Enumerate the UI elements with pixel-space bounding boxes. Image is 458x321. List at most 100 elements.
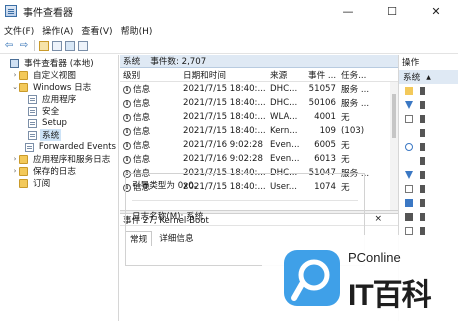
expand-chevron-icon[interactable]: ⌄ (11, 83, 19, 91)
action-open-saved-log[interactable] (399, 84, 458, 98)
tree-item[interactable]: 订阅 (0, 177, 118, 189)
cell-task-category: 服务 ... (341, 85, 370, 95)
cell-level: i 信息 (120, 139, 180, 151)
cell-level: i 信息 (120, 111, 180, 123)
expand-chevron-icon[interactable]: › (11, 167, 19, 175)
log-icon (28, 118, 37, 128)
tree-item[interactable]: › 应用程序和服务日志 (0, 153, 118, 165)
table-row[interactable]: i 信息 2021/7/16 9:02:28 Even... 6005 无 (120, 138, 398, 152)
task-icon (405, 171, 413, 179)
back-arrow-icon[interactable]: ⇦ (3, 40, 15, 52)
event-grid-header: 级别 日期和时间 来源 事件 ... 任务... (120, 68, 398, 82)
forward-arrow-icon[interactable]: ⇨ (18, 40, 30, 52)
close-detail-icon[interactable]: × (374, 214, 382, 224)
actions-section-system[interactable]: 系统 ▲ (399, 70, 458, 84)
table-row[interactable]: i 信息 2021/7/15 18:40:... DHC... 50106 服务 ... (120, 96, 398, 110)
tree-item[interactable]: 安全 (0, 105, 118, 117)
navigation-tree: 事件查看器 (本地) › 自定义视图 ⌄ Windows 日志 应用程序 安全 Setup 系统… (0, 55, 119, 321)
tree-item-label: Setup (42, 118, 68, 128)
level-text: 信息 (133, 99, 151, 109)
cell-source: Kern... (270, 126, 298, 136)
collapse-chevron-icon[interactable]: ▲ (426, 74, 431, 81)
cell-task-category: 无 (341, 141, 350, 151)
column-task-category[interactable]: 任务... (338, 69, 380, 81)
action-save-events[interactable] (399, 210, 458, 224)
tree-item[interactable]: 事件查看器 (本地) (0, 57, 118, 69)
maximize-button[interactable]: ☐ (370, 0, 414, 22)
tree-item-label: 事件查看器 (本地) (24, 59, 94, 69)
table-row[interactable]: i 信息 2021/7/15 18:40:... WLA... 4001 无 (120, 110, 398, 124)
toolbar: ⇦ ⇨ (0, 38, 458, 54)
open-folder-icon[interactable] (39, 40, 49, 51)
tree-item[interactable]: › 保存的日志 (0, 165, 118, 177)
it-baike-logo-icon (284, 250, 340, 306)
help-icon[interactable] (65, 40, 75, 51)
table-row[interactable]: i 信息 2021/7/15 18:40:... DHC... 51057 服务 ... (120, 82, 398, 96)
tree-item[interactable]: › 自定义视图 (0, 69, 118, 81)
truncated-label-icon (420, 213, 425, 221)
action-find[interactable] (399, 140, 458, 154)
column-level[interactable]: 级别 (120, 69, 180, 81)
actions-section-label: 系统 (403, 73, 421, 83)
truncated-label-icon (420, 157, 425, 165)
truncated-label-icon (420, 199, 425, 207)
cell-task-category: 无 (341, 113, 350, 123)
cell-date-time: 2021/7/15 18:40:... (183, 84, 266, 94)
tree-item[interactable]: Forwarded Events (0, 141, 118, 153)
info-icon: i (123, 85, 131, 94)
menu-file[interactable]: 文件(F) (0, 24, 38, 37)
cell-task-category: 服务 ... (341, 99, 370, 109)
tree-item[interactable]: Setup (0, 117, 118, 129)
tree-item[interactable]: ⌄ Windows 日志 (0, 81, 118, 93)
find-icon (405, 143, 413, 151)
minimize-button[interactable]: — (326, 0, 370, 22)
cell-event-id: 6005 (314, 140, 336, 150)
show-hide-tree-icon[interactable] (52, 40, 62, 51)
folder-icon (19, 178, 28, 188)
log-icon (28, 94, 37, 104)
expand-chevron-icon[interactable]: › (11, 155, 19, 163)
computer-icon (10, 58, 19, 68)
menu-view[interactable]: 查看(V) (77, 24, 116, 37)
tree-item-label: 订阅 (33, 179, 51, 189)
tree-item-label: Forwarded Events (38, 142, 116, 152)
blank-icon (405, 157, 413, 165)
tree-item-label: 应用程序和服务日志 (33, 155, 111, 165)
action-save[interactable] (399, 154, 458, 168)
save-icon (405, 213, 413, 221)
column-event-id[interactable]: 事件 ... (305, 69, 338, 81)
tree-item[interactable]: 系统 (0, 129, 118, 141)
window-controls: — ☐ ✕ (326, 0, 458, 22)
log-name: 系统 (123, 57, 141, 67)
column-date-time[interactable]: 日期和时间 (180, 69, 267, 81)
menu-help[interactable]: 帮助(H) (117, 24, 157, 37)
info-icon: i (123, 141, 131, 150)
menu-action[interactable]: 操作(A) (38, 24, 77, 37)
table-row[interactable]: i 信息 2021/7/16 9:02:28 Even... 6013 无 (120, 152, 398, 166)
truncated-label-icon (420, 115, 425, 123)
action-clear-log[interactable] (399, 126, 458, 140)
cell-source: Even... (270, 140, 300, 150)
cell-event-id: 6013 (314, 154, 336, 164)
action-refresh[interactable] (399, 196, 458, 210)
cell-event-id: 109 (319, 126, 336, 136)
show-hide-action-pane-icon[interactable] (78, 40, 88, 51)
tree-item[interactable]: 应用程序 (0, 93, 118, 105)
truncated-label-icon (420, 143, 425, 151)
action-properties[interactable] (399, 112, 458, 126)
level-text: 信息 (133, 141, 151, 151)
truncated-label-icon (420, 185, 425, 193)
action-filter[interactable] (399, 98, 458, 112)
action-attach-task[interactable] (399, 168, 458, 182)
column-source[interactable]: 来源 (267, 69, 305, 81)
info-icon: i (123, 113, 131, 122)
level-text: 信息 (133, 155, 151, 165)
cell-level: i 信息 (120, 125, 180, 137)
close-button[interactable]: ✕ (414, 0, 458, 22)
action-view[interactable] (399, 182, 458, 196)
table-row[interactable]: i 信息 2021/7/15 18:40:... Kern... 109 (103) (120, 124, 398, 138)
event-viewer-icon (5, 5, 17, 17)
grid-scrollbar[interactable] (390, 82, 398, 210)
expand-chevron-icon[interactable]: › (11, 71, 19, 79)
folder-icon (19, 82, 28, 92)
